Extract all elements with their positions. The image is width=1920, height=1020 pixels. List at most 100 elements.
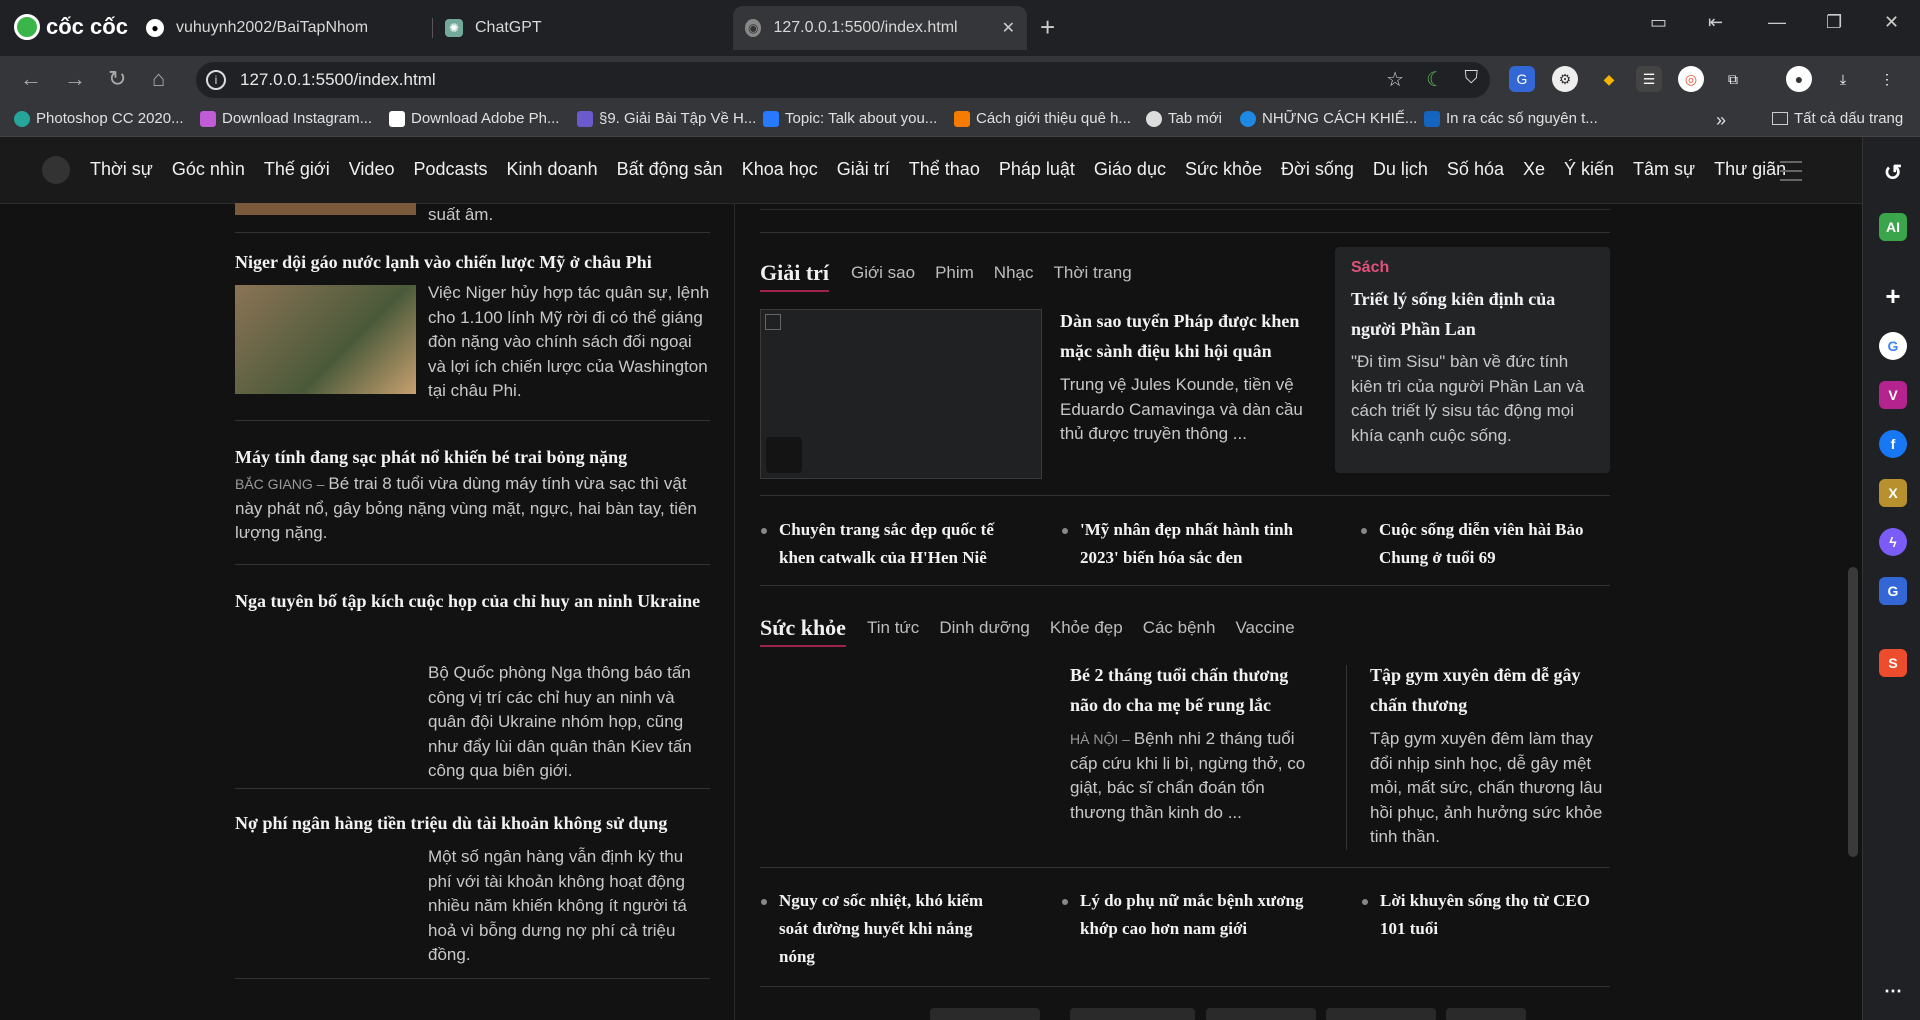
color-diamond-icon[interactable]: ◆ [1596, 66, 1622, 92]
add-panel-icon[interactable]: + [1879, 281, 1907, 311]
bookmark-item[interactable]: Cách giới thiệu quê h... [954, 110, 1131, 127]
nav-item[interactable]: Podcasts [413, 159, 487, 180]
book-box[interactable]: Sách Triết lý sống kiên định của người P… [1335, 247, 1610, 473]
download-icon[interactable]: ⤓ [1830, 66, 1856, 92]
bookmark-item[interactable]: Photoshop CC 2020... [14, 110, 184, 127]
all-bookmarks[interactable]: Tất cả dấu trang [1772, 110, 1903, 127]
shield-icon[interactable]: ⛉ [1465, 67, 1479, 88]
nav-item[interactable]: Số hóa [1447, 159, 1504, 180]
back-button[interactable]: ← [20, 66, 42, 92]
nav-item[interactable]: Tâm sự [1633, 159, 1695, 180]
bookmark-item[interactable]: §9. Giải Bài Tập Về H... [577, 110, 756, 127]
history-icon[interactable]: ↺ [1879, 159, 1907, 187]
google-icon[interactable]: G [1879, 332, 1907, 360]
nav-item[interactable]: Pháp luật [999, 159, 1075, 180]
tab-localhost[interactable]: ◉ 127.0.0.1:5500/index.html ✕ [733, 6, 1027, 50]
nav-item[interactable]: Khoa học [742, 159, 818, 180]
broken-image[interactable] [760, 309, 1042, 479]
article-title[interactable]: Nga tuyên bố tập kích cuộc họp của chỉ h… [235, 586, 710, 616]
nav-item[interactable]: Đời sống [1281, 159, 1354, 180]
story-title[interactable]: Tập gym xuyên đêm dễ gây chấn thương [1370, 660, 1610, 720]
translate-icon[interactable]: G [1509, 66, 1535, 92]
hamburger-menu-icon[interactable] [1780, 161, 1802, 181]
tag-pill[interactable] [930, 1008, 1040, 1020]
nav-item[interactable]: Ý kiến [1564, 159, 1614, 180]
bookmark-item[interactable]: Topic: Talk about you... [763, 110, 937, 127]
section-title[interactable]: Sức khỏe [760, 615, 846, 647]
nav-item[interactable]: Video [349, 159, 395, 180]
nav-item[interactable]: Xe [1523, 159, 1545, 180]
nav-item[interactable]: Kinh doanh [507, 159, 598, 180]
article-title[interactable]: Niger dội gáo nước lạnh vào chiến lược M… [235, 247, 710, 277]
nav-item[interactable]: Góc nhìn [172, 159, 245, 180]
close-tab-icon[interactable]: ✕ [1002, 18, 1015, 38]
article-title[interactable]: Nợ phí ngân hàng tiền triệu dù tài khoản… [235, 808, 710, 838]
profile-avatar[interactable]: ● [1786, 66, 1812, 92]
new-tab-button[interactable]: + [1040, 12, 1055, 43]
list-extension-icon[interactable]: ☰ [1636, 66, 1662, 92]
back-arrow-icon[interactable]: ⇤ [1708, 12, 1723, 33]
story-title[interactable]: Triết lý sống kiên định của người Phần L… [1351, 284, 1596, 344]
bullet-link[interactable]: 'Mỹ nhân đẹp nhất hành tinh 2023' biến h… [1062, 516, 1310, 572]
coccoc-logo[interactable]: cốc cốc [14, 12, 128, 42]
close-window-button[interactable]: ✕ [1884, 12, 1899, 33]
featured-story[interactable]: Dàn sao tuyển Pháp được khen mặc sành đi… [1060, 306, 1315, 447]
more-options-icon[interactable]: ⋯ [1879, 977, 1907, 1005]
x-app-icon[interactable]: X [1879, 479, 1907, 507]
bullet-link[interactable]: Lý do phụ nữ mắc bệnh xương khớp cao hơn… [1062, 887, 1320, 943]
subnav-item[interactable]: Vaccine [1235, 618, 1294, 638]
subnav-item[interactable]: Phim [935, 263, 974, 283]
bookmark-item[interactable]: Download Adobe Ph... [389, 110, 559, 127]
tag-pill[interactable] [1070, 1008, 1195, 1020]
subnav-item[interactable]: Nhạc [994, 263, 1034, 283]
subnav-item[interactable]: Thời trang [1053, 263, 1131, 283]
tag-pill[interactable] [1206, 1008, 1316, 1020]
forward-button[interactable]: → [64, 66, 86, 92]
nav-item[interactable]: Giáo dục [1094, 159, 1166, 180]
tag-pill[interactable] [1446, 1008, 1526, 1020]
article-item[interactable]: Nợ phí ngân hàng tiền triệu dù tài khoản… [235, 808, 710, 838]
more-bookmarks-icon[interactable]: » [1716, 110, 1726, 131]
nav-item[interactable]: Thời sự [90, 159, 153, 180]
menu-dots-icon[interactable]: ⋮ [1874, 66, 1900, 92]
shopee-icon[interactable]: S [1879, 649, 1907, 677]
tab-search-icon[interactable]: ▭ [1650, 12, 1667, 33]
chrome-extension-icon[interactable]: ◎ [1678, 66, 1704, 92]
reload-button[interactable]: ↻ [108, 66, 126, 92]
nav-item[interactable]: Du lịch [1373, 159, 1428, 180]
story-title[interactable]: Bé 2 tháng tuổi chấn thương não do cha m… [1070, 660, 1320, 720]
nav-item[interactable]: Thể thao [909, 159, 980, 180]
nav-item[interactable]: Giải trí [837, 159, 890, 180]
dark-mode-icon[interactable]: ☾ [1426, 67, 1444, 92]
bookmark-item[interactable]: In ra các số nguyên t... [1424, 110, 1598, 127]
section-title[interactable]: Giải trí [760, 260, 830, 292]
article-item[interactable]: Nga tuyên bố tập kích cuộc họp của chỉ h… [235, 586, 710, 616]
messenger-icon[interactable]: ϟ [1879, 528, 1907, 556]
tag-pill[interactable] [1326, 1008, 1436, 1020]
article-thumbnail[interactable] [235, 203, 416, 215]
tab-chatgpt[interactable]: ✺ ChatGPT [445, 6, 542, 50]
nav-item[interactable]: Bất động sản [617, 159, 723, 180]
bookmark-item[interactable]: NHỮNG CÁCH KHIẾ... [1240, 110, 1417, 127]
subnav-item[interactable]: Tin tức [867, 618, 919, 638]
nav-item[interactable]: Thế giới [264, 159, 330, 180]
restore-button[interactable]: ❐ [1826, 12, 1842, 33]
subnav-item[interactable]: Khỏe đẹp [1050, 618, 1123, 638]
bookmark-item[interactable]: Tab mới [1146, 110, 1222, 127]
facebook-icon[interactable]: f [1879, 430, 1907, 458]
ai-assistant-icon[interactable]: AI [1879, 213, 1907, 241]
article-title[interactable]: Máy tính đang sạc phát nổ khiến bé trai … [235, 442, 710, 472]
home-button[interactable]: ⌂ [152, 66, 165, 92]
subnav-item[interactable]: Giới sao [851, 263, 915, 283]
minimize-button[interactable]: — [1768, 12, 1786, 33]
health-story[interactable]: Tập gym xuyên đêm dễ gây chấn thương Tập… [1370, 660, 1610, 850]
v-app-icon[interactable]: V [1879, 381, 1907, 409]
box-label[interactable]: Sách [1351, 259, 1389, 277]
subnav-item[interactable]: Các bệnh [1143, 618, 1216, 638]
nav-item[interactable]: Sức khỏe [1185, 159, 1262, 180]
settings-extension-icon[interactable]: ⚙ [1552, 66, 1578, 92]
bookmark-star-icon[interactable]: ☆ [1386, 67, 1404, 92]
site-info-icon[interactable]: i [206, 70, 226, 90]
bookmark-item[interactable]: Download Instagram... [200, 110, 372, 127]
article-item[interactable]: Máy tính đang sạc phát nổ khiến bé trai … [235, 442, 710, 546]
